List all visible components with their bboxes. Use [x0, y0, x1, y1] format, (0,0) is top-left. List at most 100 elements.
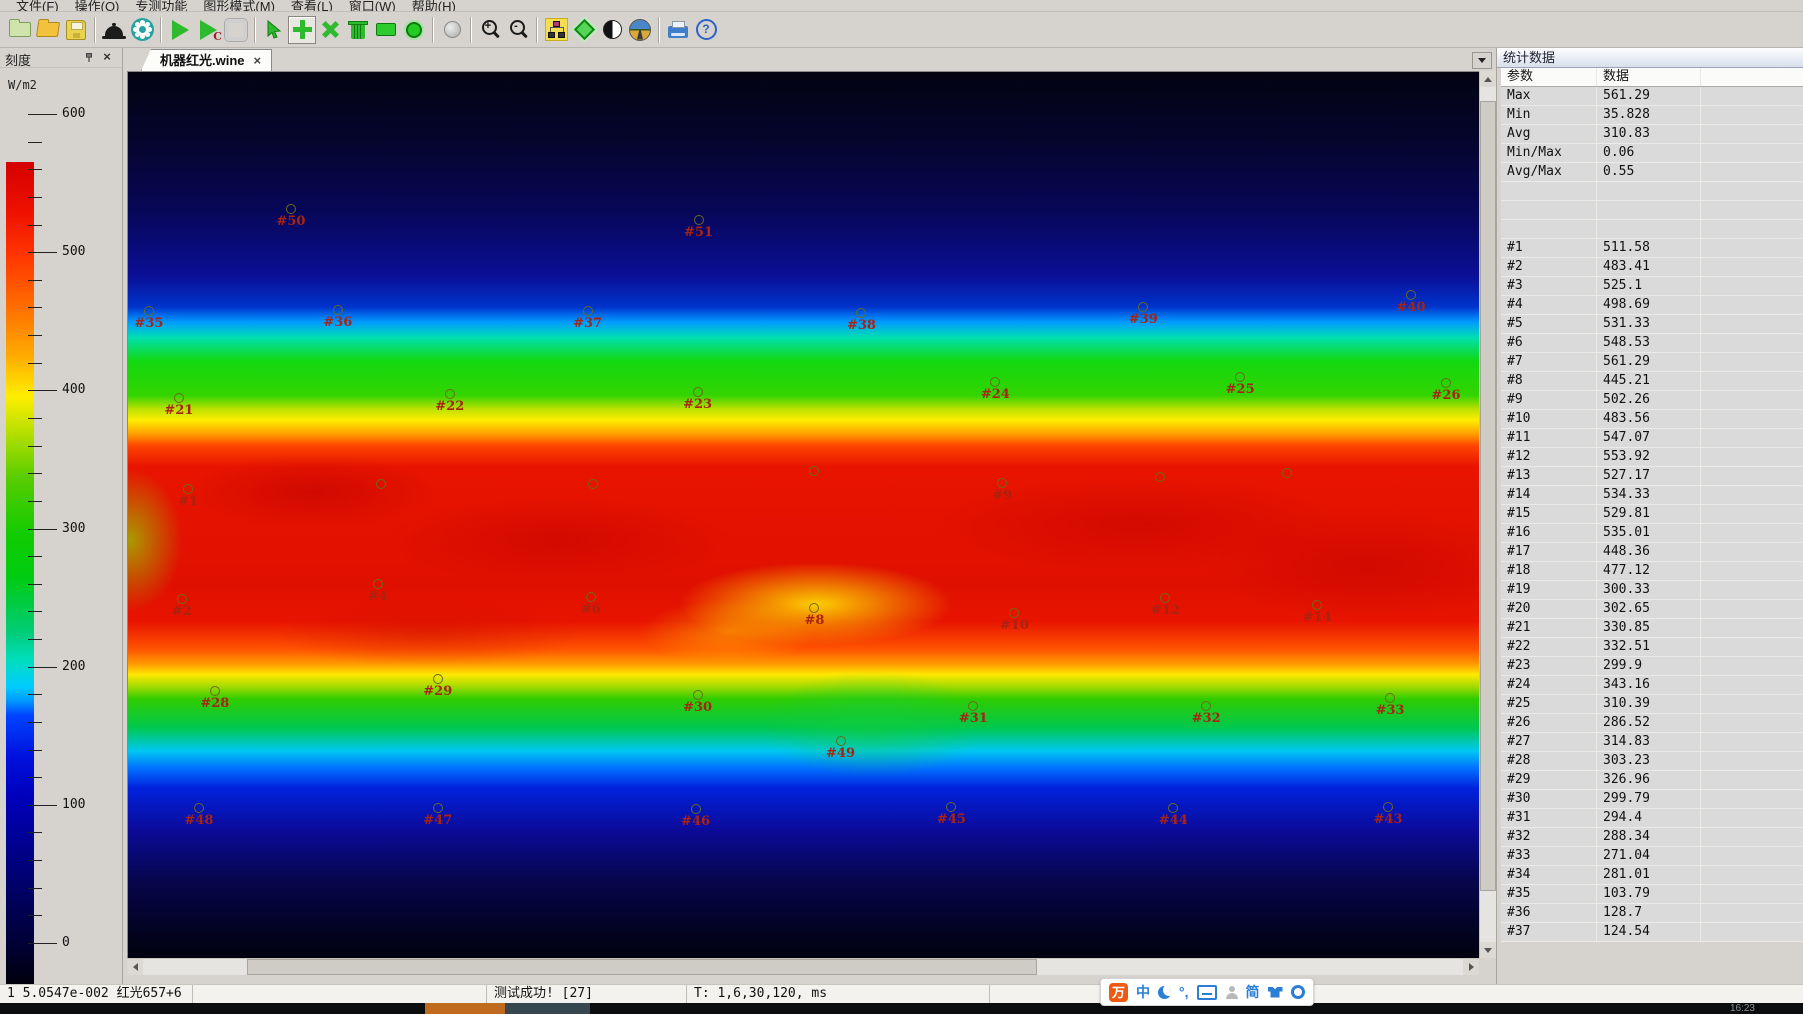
- topology-button[interactable]: [542, 16, 570, 44]
- new-file-button[interactable]: [6, 16, 34, 44]
- vertical-scrollbar[interactable]: [1479, 71, 1496, 958]
- help-button[interactable]: ?: [692, 16, 720, 44]
- run-continuous-button[interactable]: C: [194, 16, 222, 44]
- ime-logo[interactable]: 万: [1109, 983, 1128, 1002]
- menu-item[interactable]: 查看(L): [291, 0, 333, 12]
- ime-mode[interactable]: 中: [1136, 982, 1150, 1002]
- keyboard-icon[interactable]: [1197, 985, 1217, 1000]
- point-label: #9: [992, 488, 1012, 503]
- skin-icon[interactable]: [1268, 987, 1283, 998]
- point-ring-icon: [1385, 693, 1395, 703]
- print-button[interactable]: [664, 16, 692, 44]
- horizontal-scroll-thumb[interactable]: [247, 959, 1037, 975]
- chevron-down-icon: [1478, 58, 1486, 63]
- scroll-left-button[interactable]: [127, 959, 143, 975]
- menu-item[interactable]: 专测功能: [135, 0, 187, 12]
- ime-simplified[interactable]: 简: [1246, 982, 1260, 1002]
- stats-cell: #28: [1501, 752, 1597, 770]
- stats-cell: [1701, 657, 1803, 675]
- status-source: 1 5.0547e-002 红光657+6: [0, 985, 193, 1003]
- point-ring-icon: [194, 803, 204, 813]
- stats-cell: [1701, 790, 1803, 808]
- stats-rows: Max561.29Min35.828Avg310.83Min/Max0.06Av…: [1501, 87, 1803, 942]
- rect-tool-button[interactable]: [372, 16, 400, 44]
- menu-item[interactable]: 图形模式(M): [203, 0, 275, 12]
- point-label: #8: [804, 613, 824, 628]
- user-icon[interactable]: [1225, 986, 1238, 999]
- settings-button[interactable]: [128, 16, 156, 44]
- stats-row: #28303.23: [1501, 752, 1803, 771]
- stats-cell: [1701, 638, 1803, 656]
- terrain-button[interactable]: [626, 16, 654, 44]
- scroll-up-button[interactable]: [1480, 71, 1496, 87]
- taskbar-item[interactable]: [505, 1003, 590, 1014]
- stats-row: #21330.85: [1501, 619, 1803, 638]
- point-ring-icon: [809, 603, 819, 613]
- scale-tick: [28, 915, 42, 916]
- stats-row: #34281.01: [1501, 866, 1803, 885]
- stats-cell: [1501, 182, 1597, 200]
- ime-toolbar[interactable]: 万 中 °, 简: [1100, 978, 1314, 1006]
- tab-close-icon[interactable]: ×: [254, 53, 262, 68]
- device-button[interactable]: [100, 16, 128, 44]
- stats-cell: Avg/Max: [1501, 163, 1597, 181]
- scroll-right-button[interactable]: [1463, 959, 1479, 975]
- zoom-out-button[interactable]: -: [504, 16, 532, 44]
- contrast-icon: [603, 20, 622, 39]
- stats-row: #32288.34: [1501, 828, 1803, 847]
- open-file-button[interactable]: [34, 16, 62, 44]
- stats-row: #27314.83: [1501, 733, 1803, 752]
- run-button[interactable]: [166, 16, 194, 44]
- add-point-button[interactable]: [288, 16, 316, 44]
- toolbar-separator: [432, 17, 434, 43]
- point-label: #48: [184, 813, 213, 828]
- stats-row: #31294.4: [1501, 809, 1803, 828]
- stats-cell: 0.55: [1597, 163, 1701, 181]
- stats-cell: [1701, 315, 1803, 333]
- save-button[interactable]: [62, 16, 90, 44]
- stats-cell: [1701, 847, 1803, 865]
- moon-icon[interactable]: [1158, 986, 1171, 999]
- menu-item[interactable]: 操作(O): [75, 0, 120, 12]
- menu-item[interactable]: 帮助(H): [412, 0, 456, 12]
- ime-settings-icon[interactable]: [1291, 985, 1305, 999]
- select-cursor-button[interactable]: [260, 16, 288, 44]
- point-ring-icon: [968, 701, 978, 711]
- tab-list-dropdown[interactable]: [1472, 52, 1492, 69]
- stats-cell: 326.96: [1597, 771, 1701, 789]
- ime-punct[interactable]: °,: [1179, 984, 1189, 1000]
- scale-tick-label: 600: [62, 106, 85, 121]
- stats-cell: [1701, 486, 1803, 504]
- delete-all-button[interactable]: [344, 16, 372, 44]
- stats-cell: [1701, 809, 1803, 827]
- stats-cell: 511.58: [1597, 239, 1701, 257]
- contrast-button[interactable]: [598, 16, 626, 44]
- delete-point-button[interactable]: [316, 16, 344, 44]
- point-ring-icon: [373, 579, 383, 589]
- stop-icon: [225, 19, 247, 41]
- stop-button[interactable]: [222, 16, 250, 44]
- horizontal-scrollbar[interactable]: [127, 958, 1479, 975]
- stats-cell: 286.52: [1597, 714, 1701, 732]
- stats-cell: 299.79: [1597, 790, 1701, 808]
- point-ring-icon: [1138, 302, 1148, 312]
- stats-cell: [1701, 752, 1803, 770]
- diamond-button[interactable]: [570, 16, 598, 44]
- zoom-in-button[interactable]: +: [476, 16, 504, 44]
- taskbar-clock: 16:23: [1730, 1003, 1755, 1014]
- menu-item[interactable]: 窗口(W): [349, 0, 396, 12]
- stats-cell: Min/Max: [1501, 144, 1597, 162]
- stats-cell: 300.33: [1597, 581, 1701, 599]
- vertical-scroll-thumb[interactable]: [1480, 101, 1496, 891]
- stats-cell: #29: [1501, 771, 1597, 789]
- record-button[interactable]: [438, 16, 466, 44]
- taskbar-item-active[interactable]: [425, 1003, 505, 1014]
- tab-active[interactable]: 机器红光.wine×: [141, 49, 272, 71]
- heatmap-viewport[interactable]: #1#2#4#6#8#9#10#12#14#21#22#23#24#25#26#…: [127, 71, 1479, 958]
- menu-item[interactable]: 文件(F): [16, 0, 59, 12]
- scale-tick: [28, 390, 57, 391]
- add-point-icon: [293, 20, 312, 39]
- ellipse-tool-button[interactable]: [400, 16, 428, 44]
- stats-panel: 统计数据 参数 数据 Max561.29Min35.828Avg310.83Mi…: [1496, 48, 1803, 984]
- scroll-down-button[interactable]: [1480, 942, 1496, 958]
